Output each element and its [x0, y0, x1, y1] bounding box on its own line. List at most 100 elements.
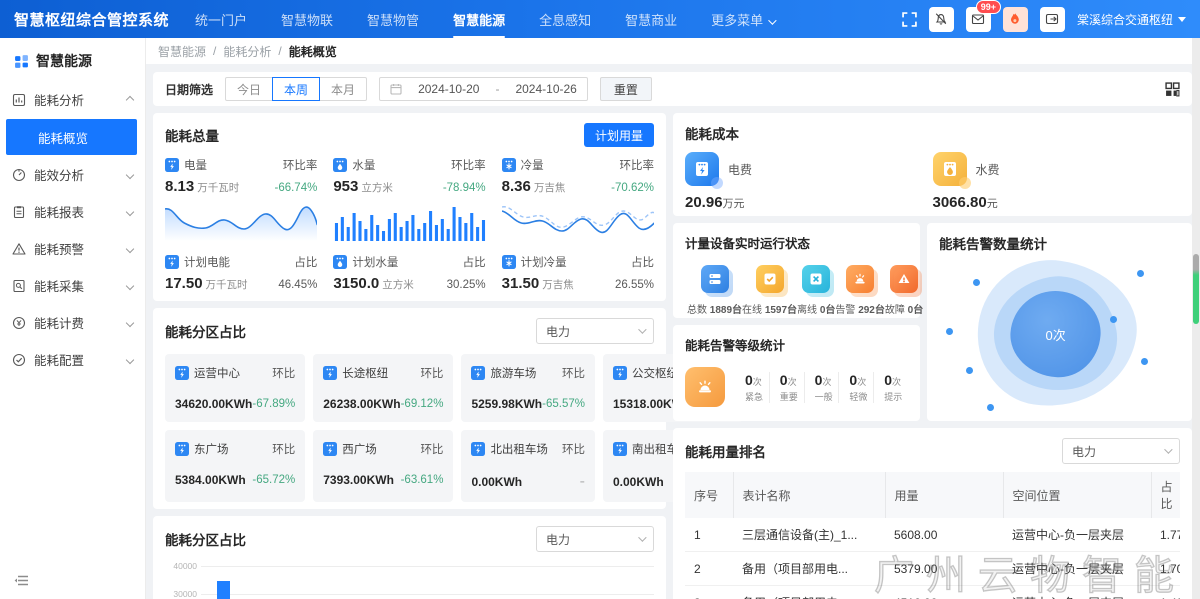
coin-icon	[12, 316, 26, 330]
sidebar-item-energy-collect[interactable]: 能耗采集	[0, 267, 145, 304]
alarm-count-bubble-chart: 0次	[939, 258, 1180, 410]
y-tick: 40000	[165, 561, 197, 571]
nav-energy[interactable]: 智慧能源	[453, 10, 505, 29]
zone-tile: 北出租车场环比 0.00KWh-	[461, 430, 595, 502]
chevron-down-icon	[1178, 17, 1186, 22]
device-status-title: 计量设备实时运行状态	[685, 237, 810, 251]
collapse-sidebar-button[interactable]	[0, 562, 145, 599]
zone-chart-title: 能耗分区占比	[165, 529, 246, 549]
ranking-card: 能耗用量排名 电力 序号 表计名称 用量 空间位置 占比	[673, 428, 1192, 599]
calendar-icon	[390, 83, 402, 95]
table-row[interactable]: 1三层通信设备(主)_1...5608.00运营中心-负一层夹层1.77%	[685, 518, 1180, 552]
ratio-value: 30.25%	[447, 279, 486, 291]
workspace-button[interactable]	[1040, 7, 1065, 32]
scrollbar-thumb[interactable]	[1193, 254, 1199, 324]
bar-chart-icon	[12, 93, 26, 107]
electric-meter-icon	[685, 152, 719, 186]
clipboard-icon	[12, 205, 26, 219]
energy-cost-card: 能耗成本 电费 20.96万元	[673, 113, 1192, 216]
device-fault: 故障 0台	[885, 265, 923, 316]
date-filter-bar: 日期筛选 今日 本周 本月 2024-10-20 - 2024-10-26 重置	[153, 72, 1192, 106]
plan-water: 计划水量 占比 3150.0立方米 30.25%	[333, 254, 485, 293]
device-status-card: 计量设备实时运行状态 总数 1889台 在线 1597台	[673, 223, 920, 318]
sidebar-item-energy-overview[interactable]: 能耗概览	[6, 119, 137, 155]
zone-tile: 东广场环比 5384.00KWh-65.72%	[165, 430, 305, 502]
energy-type-select[interactable]: 电力	[536, 526, 654, 552]
server-icon	[701, 265, 729, 293]
energy-type-select[interactable]: 电力	[536, 318, 654, 344]
meter-icon	[165, 255, 179, 269]
col-header: 表计名称	[733, 472, 885, 518]
collapse-sidebar-icon	[14, 574, 29, 587]
alarm-count-value: 0次	[1045, 324, 1065, 343]
metric-cooling: 冷量 环比率 8.36万吉焦 -70.62%	[502, 157, 654, 246]
energy-total-title: 能耗总量	[165, 125, 219, 145]
check-box-icon	[756, 265, 784, 293]
alarm-count-title: 能耗告警数量统计	[939, 237, 1047, 252]
nav-iot[interactable]: 智慧物联	[281, 10, 333, 29]
chevron-down-icon	[638, 325, 646, 333]
ratio-value: -70.62%	[611, 182, 654, 194]
sidebar-item-energy-config[interactable]: 能耗配置	[0, 341, 145, 378]
quick-tool-button[interactable]	[1003, 7, 1028, 32]
device-offline: 离线 0台	[797, 265, 835, 316]
date-range-picker[interactable]: 2024-10-20 - 2024-10-26	[379, 77, 588, 101]
chevron-down-icon	[126, 355, 134, 363]
table-row[interactable]: 2备用（项目部用电...5379.00运营中心-负一层夹层1.70%	[685, 552, 1180, 586]
sidebar-item-energy-report[interactable]: 能耗报表	[0, 193, 145, 230]
chevron-down-icon	[126, 207, 134, 215]
sidebar-item-energy-warning[interactable]: 能耗预警	[0, 230, 145, 267]
sidebar: 智慧能源 能耗分析 能耗概览 能效分析 能耗报表 能耗预警 能耗采集 能耗计费 …	[0, 38, 145, 599]
plan-cooling: 计划冷量 占比 31.50万吉焦 26.55%	[502, 254, 654, 293]
breadcrumb-item[interactable]: 能耗分析	[223, 43, 271, 60]
sidebar-item-energy-analysis[interactable]: 能耗分析	[0, 81, 145, 118]
energy-type-select[interactable]: 电力	[1062, 438, 1180, 464]
meter-icon	[323, 442, 337, 456]
zone-chart-card: 能耗分区占比 电力 40000 30000	[153, 516, 666, 599]
quick-month-button[interactable]: 本月	[319, 77, 367, 101]
sidebar-item-efficiency-analysis[interactable]: 能效分析	[0, 156, 145, 193]
metric-water: 水量 环比率 953立方米 -78.94%	[333, 157, 485, 246]
quick-range-segment: 今日 本周 本月	[225, 77, 367, 101]
quick-week-button[interactable]: 本周	[272, 77, 320, 101]
fullscreen-icon[interactable]	[902, 12, 917, 27]
nav-portal[interactable]: 统一门户	[195, 10, 247, 29]
warning-triangle-icon	[890, 265, 918, 293]
scrollbar[interactable]	[1192, 38, 1200, 599]
top-navbar: 智慧枢纽综合管控系统 统一门户 智慧物联 智慧物管 智慧能源 全息感知 智慧商业…	[0, 0, 1200, 38]
station-switcher[interactable]: 棠溪综合交通枢纽	[1077, 11, 1186, 28]
nav-property[interactable]: 智慧物管	[367, 10, 419, 29]
reset-button[interactable]: 重置	[600, 77, 652, 101]
chevron-down-icon	[126, 281, 134, 289]
table-row[interactable]: 3备用（项目部用电...4516.00运营中心-负一层夹层1.43%	[685, 586, 1180, 599]
date-start: 2024-10-20	[418, 82, 479, 96]
zone-tile: 长途枢纽环比 26238.00KWh-69.12%	[313, 354, 453, 422]
nav-business[interactable]: 智慧商业	[625, 10, 677, 29]
nav-sensing[interactable]: 全息感知	[539, 10, 591, 29]
layout-grid-button[interactable]	[1165, 82, 1180, 97]
quick-today-button[interactable]: 今日	[225, 77, 273, 101]
chevron-down-icon	[126, 318, 134, 326]
device-alarm: 告警 292台	[835, 265, 884, 316]
plan-electricity: 计划电能 占比 17.50万千瓦时 46.45%	[165, 254, 317, 293]
meter-icon	[502, 158, 516, 172]
alarm-level-urgent: 0次 紧急	[735, 372, 769, 403]
x-box-icon	[802, 265, 830, 293]
notification-mute-button[interactable]	[929, 7, 954, 32]
plan-usage-button[interactable]: 计划用量	[584, 123, 654, 147]
cost-electricity: 电费 20.96万元	[685, 152, 933, 211]
warning-triangle-icon	[12, 242, 26, 256]
cooling-sparkline	[502, 199, 654, 241]
zone-ratio-card: 能耗分区占比 电力 运营中心环比 34620.00KWh-67.89% 长途枢纽…	[153, 308, 666, 509]
meter-icon	[323, 366, 337, 380]
water-meter-icon	[933, 152, 967, 186]
bell-slash-icon	[934, 12, 948, 26]
messages-button[interactable]: 99+	[966, 7, 991, 32]
col-header: 序号	[685, 472, 733, 518]
nav-more-menu[interactable]: 更多菜单	[711, 10, 774, 29]
breadcrumb-item[interactable]: 智慧能源	[158, 43, 206, 60]
zone-tile: 旅游车场环比 5259.98KWh-65.57%	[461, 354, 595, 422]
alarm-level-important: 0次 重要	[769, 372, 804, 403]
sidebar-item-energy-billing[interactable]: 能耗计费	[0, 304, 145, 341]
top-menu: 统一门户 智慧物联 智慧物管 智慧能源 全息感知 智慧商业 更多菜单	[195, 10, 774, 29]
